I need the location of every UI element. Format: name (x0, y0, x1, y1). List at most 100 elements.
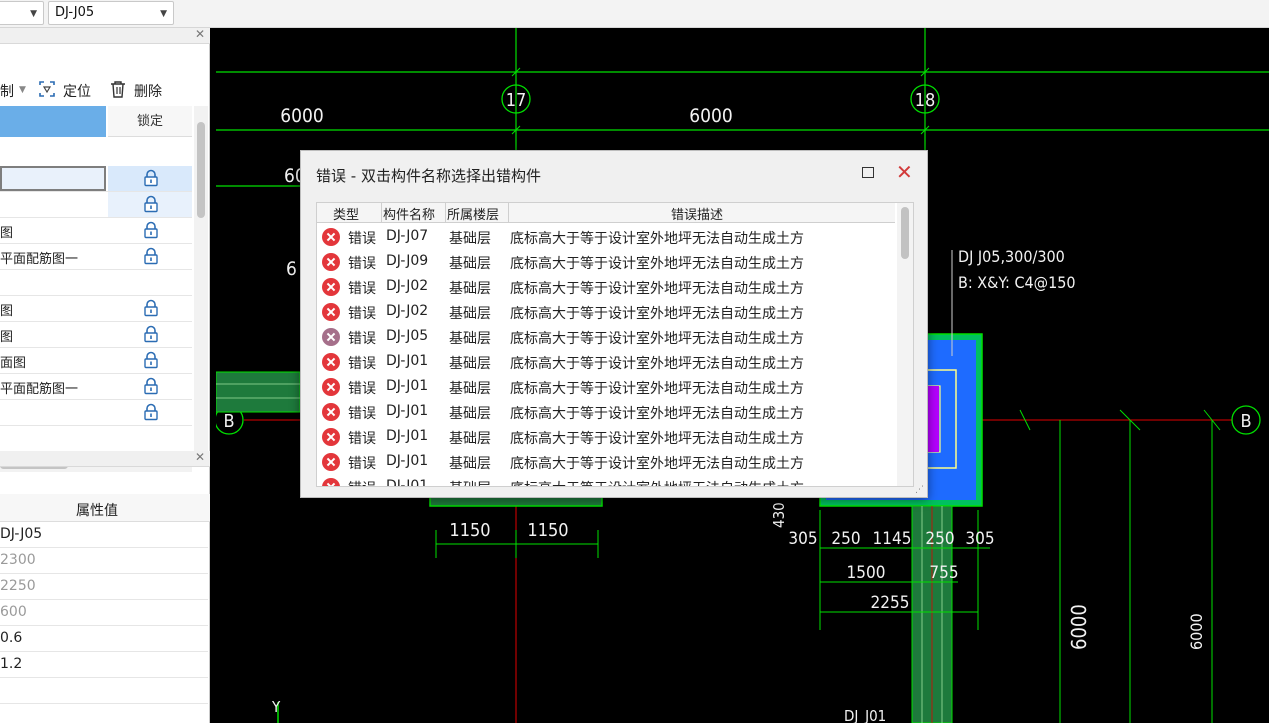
error-desc-cell: 底标高大于等于设计室外地坪无法自动生成土方 (510, 256, 804, 272)
error-name-cell[interactable]: DJ-J05 (386, 328, 428, 344)
column-header-floor[interactable]: 所属楼层 (447, 204, 499, 223)
error-row[interactable]: 错误 DJ-J02 基础层 底标高大于等于设计室外地坪无法自动生成土方 (317, 275, 897, 300)
component-list-row[interactable]: 平面配筋图一 (0, 244, 192, 270)
error-row[interactable]: 错误 DJ-J05 基础层 底标高大于等于设计室外地坪无法自动生成土方 (317, 325, 897, 350)
error-row[interactable]: 错误 DJ-J01 基础层 底标高大于等于设计室外地坪无法自动生成土方 (317, 400, 897, 425)
property-value: 0.6 (0, 630, 23, 646)
layer-dropdown[interactable]: ▼ (0, 1, 44, 25)
error-name-cell[interactable]: DJ-J09 (386, 253, 428, 269)
component-list-row[interactable]: 图 (0, 296, 192, 322)
footing-label: DJ_J01 (844, 707, 886, 723)
locate-button[interactable]: 定位 (63, 81, 91, 101)
close-icon[interactable]: ✕ (195, 450, 205, 464)
selected-name-cell[interactable] (0, 166, 106, 191)
lock-icon[interactable] (108, 348, 192, 373)
property-value: 2300 (0, 552, 36, 568)
dim-text: 250 (831, 529, 860, 549)
error-name-cell[interactable]: DJ-J01 (386, 453, 428, 469)
component-list-row[interactable] (0, 400, 192, 426)
error-desc-cell: 底标高大于等于设计室外地坪无法自动生成土方 (510, 281, 804, 297)
error-name-cell[interactable]: DJ-J01 (386, 478, 428, 486)
error-type-cell: 错误 (348, 256, 376, 272)
error-list-scrollbar[interactable] (897, 203, 913, 486)
lock-icon[interactable] (108, 400, 192, 425)
component-dropdown[interactable]: DJ-J05 ▼ (48, 1, 174, 25)
property-row[interactable] (0, 678, 208, 704)
error-icon (322, 403, 340, 421)
lock-icon[interactable] (108, 218, 192, 243)
error-row[interactable]: 错误 DJ-J01 基础层 底标高大于等于设计室外地坪无法自动生成土方 (317, 425, 897, 450)
column-header-type[interactable]: 类型 (333, 204, 359, 223)
delete-button[interactable]: 删除 (134, 81, 162, 101)
error-name-cell[interactable]: DJ-J02 (386, 278, 428, 294)
property-row[interactable]: 0.6 (0, 626, 208, 652)
lock-icon[interactable] (108, 192, 192, 217)
error-floor-cell: 基础层 (449, 356, 491, 372)
component-list-row[interactable] (0, 270, 192, 296)
property-row[interactable]: 2300 (0, 548, 208, 574)
chevron-down-icon[interactable]: ▼ (19, 85, 26, 95)
lock-icon[interactable] (108, 296, 192, 321)
error-name-cell[interactable]: DJ-J01 (386, 403, 428, 419)
dim-text: 6000 (1187, 613, 1206, 650)
error-desc-cell: 底标高大于等于设计室外地坪无法自动生成土方 (510, 431, 804, 447)
property-row[interactable]: 1.2 (0, 652, 208, 678)
component-list-row[interactable] (0, 192, 192, 218)
error-name-cell[interactable]: DJ-J01 (386, 353, 428, 369)
maximize-icon[interactable] (862, 167, 874, 178)
component-list-row[interactable]: 平面配筋图一 (0, 374, 192, 400)
error-floor-cell: 基础层 (449, 306, 491, 322)
error-row[interactable]: 错误 DJ-J01 基础层 底标高大于等于设计室外地坪无法自动生成土方 (317, 375, 897, 400)
error-type-cell: 错误 (348, 281, 376, 297)
error-icon (322, 228, 340, 246)
component-list-vertical-scrollbar[interactable] (194, 106, 208, 466)
component-list-toolbar: 制 ▼ 定位 删除 (0, 75, 210, 105)
copy-button-label[interactable]: 制 (0, 81, 14, 101)
column-header-description[interactable]: 错误描述 (671, 204, 723, 223)
error-name-cell[interactable]: DJ-J01 (386, 378, 428, 394)
dim-text: 6000 (1067, 604, 1091, 650)
properties-panel-header: ✕ (0, 450, 210, 467)
property-value-column-label: 属性值 (76, 503, 118, 519)
component-list-row[interactable]: 图 (0, 218, 192, 244)
locate-icon[interactable] (38, 79, 56, 99)
property-row[interactable]: DJ-J05 (0, 522, 208, 548)
component-list-row[interactable] (0, 166, 192, 192)
error-row[interactable]: 错误 DJ-J01 基础层 底标高大于等于设计室外地坪无法自动生成土方 (317, 475, 897, 486)
error-icon (322, 453, 340, 471)
lock-column-header[interactable]: 锁定 (108, 106, 192, 137)
error-name-cell[interactable]: DJ-J07 (386, 228, 428, 244)
error-list: 类型 构件名称 所属楼层 错误描述 错误 DJ-J07 基础层 底标高大于等于设计室外… (316, 202, 914, 487)
error-type-cell: 错误 (348, 356, 376, 372)
lock-icon[interactable] (108, 322, 192, 347)
error-desc-cell: 底标高大于等于设计室外地坪无法自动生成土方 (510, 356, 804, 372)
error-row[interactable]: 错误 DJ-J01 基础层 底标高大于等于设计室外地坪无法自动生成土方 (317, 450, 897, 475)
error-icon (322, 328, 340, 346)
dim-text: 1500 (847, 563, 886, 583)
column-header-name[interactable]: 构件名称 (383, 204, 435, 223)
name-column-header[interactable] (0, 106, 106, 137)
error-row[interactable]: 错误 DJ-J02 基础层 底标高大于等于设计室外地坪无法自动生成土方 (317, 300, 897, 325)
error-name-cell[interactable]: DJ-J02 (386, 303, 428, 319)
error-floor-cell: 基础层 (449, 456, 491, 472)
lock-icon[interactable] (108, 244, 192, 269)
component-list-row[interactable]: 面图 (0, 348, 192, 374)
error-type-cell: 错误 (348, 331, 376, 347)
error-row[interactable]: 错误 DJ-J07 基础层 底标高大于等于设计室外地坪无法自动生成土方 (317, 225, 897, 250)
error-row[interactable]: 错误 DJ-J09 基础层 底标高大于等于设计室外地坪无法自动生成土方 (317, 250, 897, 275)
lock-icon[interactable] (108, 374, 192, 399)
resize-grip-icon[interactable]: ⋰ (915, 485, 924, 495)
component-list-row[interactable]: 图 (0, 322, 192, 348)
close-icon[interactable]: ✕ (896, 162, 913, 182)
error-name-cell[interactable]: DJ-J01 (386, 428, 428, 444)
property-row[interactable]: 600 (0, 600, 208, 626)
error-icon (322, 278, 340, 296)
grid-axis-label-b-right: B (1240, 411, 1251, 432)
dim-text: 305 (965, 529, 994, 549)
trash-icon[interactable] (109, 79, 127, 99)
close-icon[interactable]: ✕ (195, 27, 205, 41)
error-row[interactable]: 错误 DJ-J01 基础层 底标高大于等于设计室外地坪无法自动生成土方 (317, 350, 897, 375)
property-row[interactable]: 2250 (0, 574, 208, 600)
footing-annotation-line-2: B: X&Y: C4@150 (958, 273, 1076, 292)
lock-icon[interactable] (108, 166, 192, 191)
